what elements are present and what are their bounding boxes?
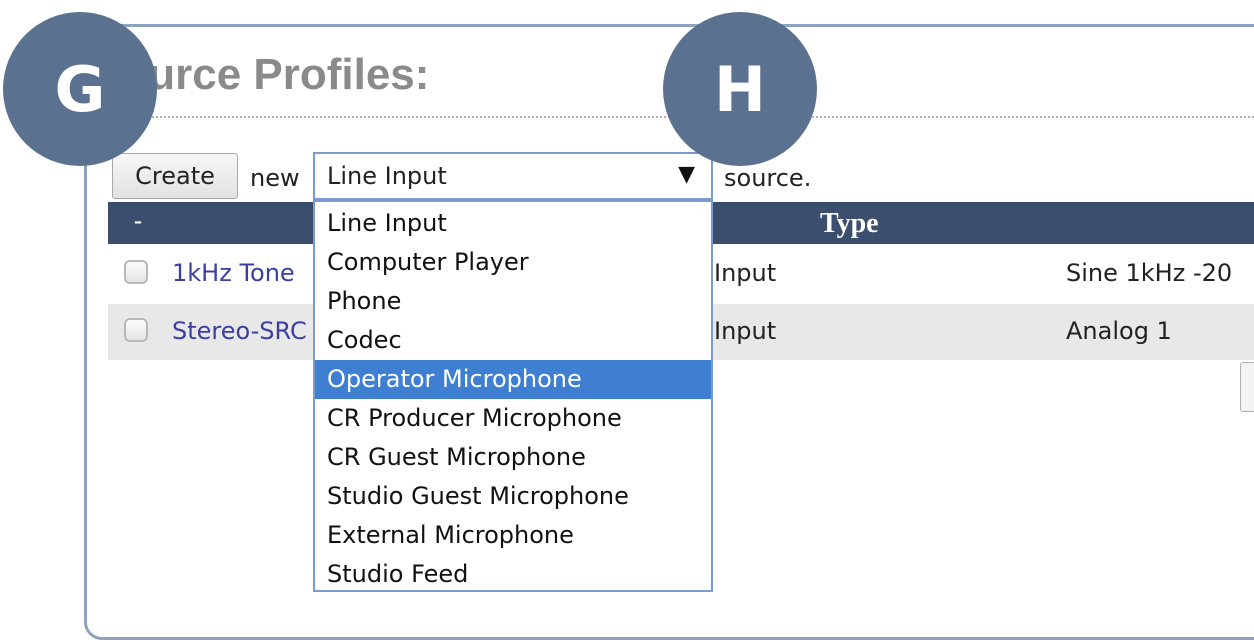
dropdown-option-codec[interactable]: Codec: [315, 321, 711, 360]
source-detail-cell: Sine 1kHz -20: [1066, 259, 1233, 287]
dropdown-option-studio-guest-microphone[interactable]: Studio Guest Microphone: [315, 477, 711, 516]
header-type-column: Type: [820, 208, 879, 239]
create-button[interactable]: Create: [112, 153, 238, 199]
dropdown-option-cr-producer-microphone[interactable]: CR Producer Microphone: [315, 399, 711, 438]
selected-source-type: Line Input: [327, 162, 447, 190]
dropdown-option-studio-feed[interactable]: Studio Feed: [315, 555, 711, 594]
dropdown-option-cr-guest-microphone[interactable]: CR Guest Microphone: [315, 438, 711, 477]
source-type-dropdown-list[interactable]: Line Input Computer Player Phone Codec O…: [313, 200, 713, 592]
dropdown-option-external-microphone[interactable]: External Microphone: [315, 516, 711, 555]
source-type-select[interactable]: Line Input ▼: [313, 152, 713, 200]
checkbox-icon[interactable]: [124, 260, 148, 284]
header-select-column: -: [134, 208, 142, 234]
dropdown-option-phone[interactable]: Phone: [315, 282, 711, 321]
source-label: source.: [724, 164, 812, 192]
new-label: new: [250, 164, 300, 192]
source-type-cell: Input: [714, 317, 777, 345]
source-name-link[interactable]: 1kHz Tone: [172, 259, 295, 287]
callout-h-badge: H: [663, 12, 817, 166]
dropdown-option-computer-player[interactable]: Computer Player: [315, 243, 711, 282]
source-name-link[interactable]: Stereo-SRC: [172, 317, 307, 345]
source-type-cell: Input: [714, 259, 777, 287]
source-detail-cell: Analog 1: [1066, 317, 1172, 345]
checkbox-icon[interactable]: [124, 318, 148, 342]
callout-g-badge: G: [3, 12, 157, 166]
chevron-down-icon[interactable]: ▼: [678, 162, 695, 187]
side-control-button[interactable]: [1240, 362, 1254, 412]
dropdown-option-line-input[interactable]: Line Input: [315, 204, 711, 243]
screenshot-stage: Source Profiles: G H Create new Line Inp…: [0, 0, 1254, 644]
dropdown-option-operator-microphone[interactable]: Operator Microphone: [315, 360, 711, 399]
